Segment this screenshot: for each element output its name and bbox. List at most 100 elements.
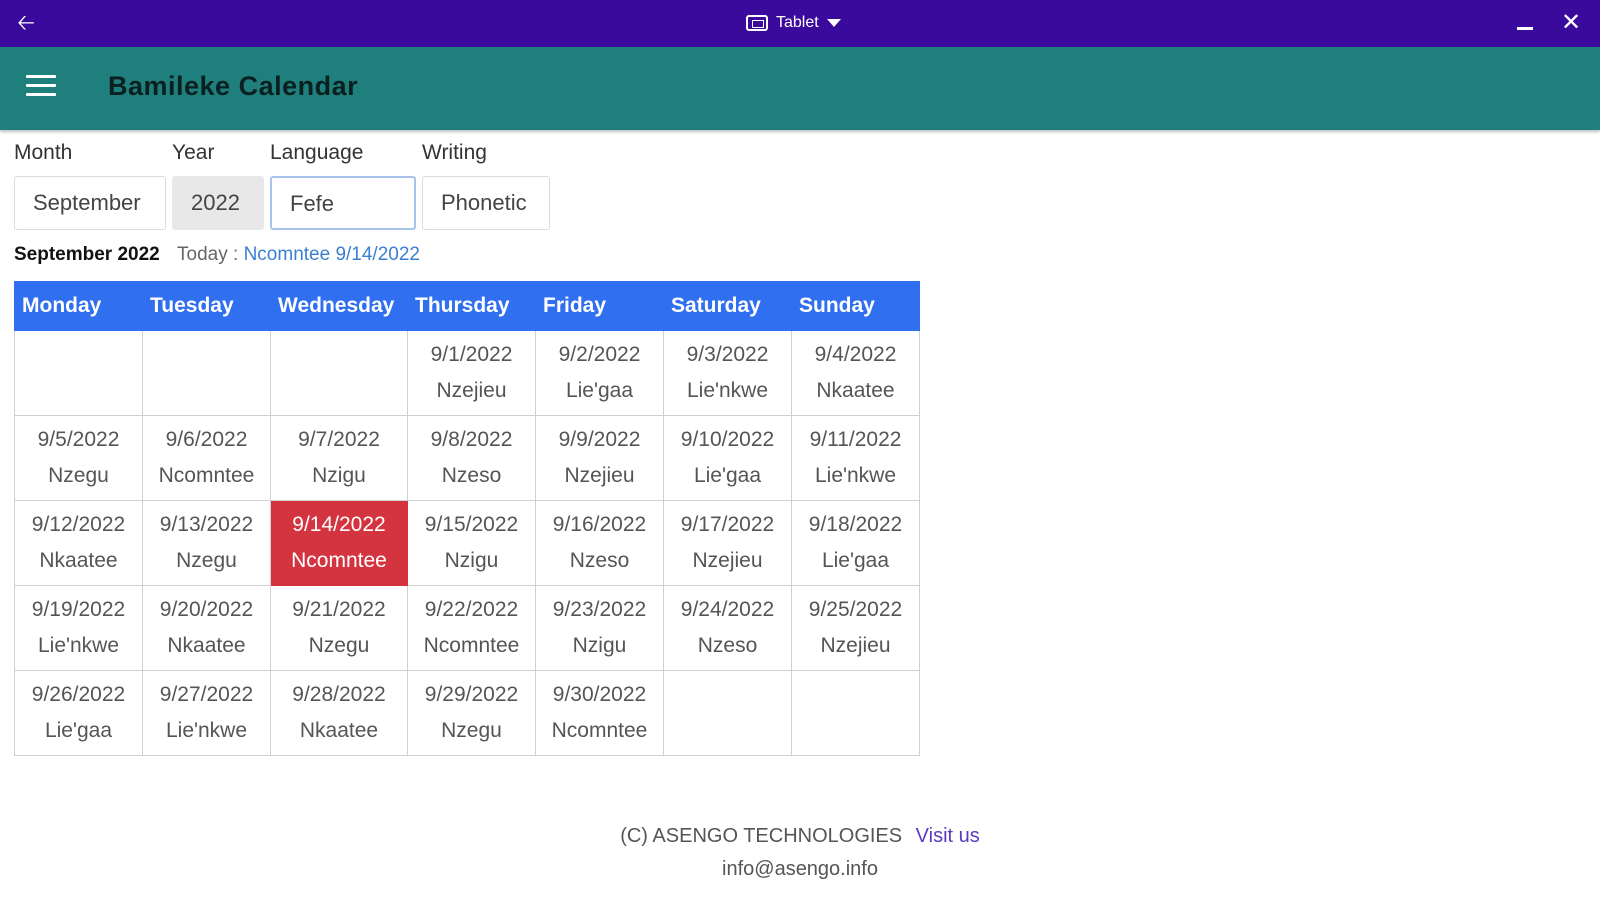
writing-select[interactable]: Phonetic bbox=[422, 176, 550, 230]
tablet-icon bbox=[746, 15, 768, 31]
header-sunday: Sunday bbox=[791, 281, 920, 331]
calendar-day-cell[interactable]: 9/6/2022 Ncomntee bbox=[142, 415, 271, 501]
calendar-day-cell[interactable]: 9/24/2022 Nzeso bbox=[663, 585, 792, 671]
minimize-icon[interactable] bbox=[1514, 12, 1536, 34]
day-bamileke-name: Nzigu bbox=[312, 464, 366, 487]
day-bamileke-name: Lie'gaa bbox=[821, 549, 890, 572]
visit-us-link[interactable]: Visit us bbox=[916, 825, 980, 847]
day-date: 9/15/2022 bbox=[424, 513, 519, 536]
calendar-day-cell[interactable]: 9/23/2022 Nzigu bbox=[535, 585, 664, 671]
day-bamileke-name: Ncomntee bbox=[423, 634, 520, 657]
calendar-day-cell[interactable]: 9/19/2022 Lie'nkwe bbox=[14, 585, 143, 671]
calendar-day-cell[interactable]: 9/3/2022 Lie'nkwe bbox=[663, 330, 792, 416]
calendar-day-cell[interactable]: 9/9/2022 Nzejieu bbox=[535, 415, 664, 501]
day-date: 9/28/2022 bbox=[292, 683, 386, 706]
calendar-week-row: 9/1/2022 Nzejieu 9/2/2022 Lie'gaa 9/3/2022 Li… bbox=[14, 330, 920, 416]
calendar-week-row: 9/12/2022 Nkaatee 9/13/2022 Nzegu 9/14/2022 N… bbox=[14, 500, 920, 586]
writing-label: Writing bbox=[422, 141, 487, 164]
today-value[interactable]: Ncomntee 9/14/2022 bbox=[244, 244, 420, 265]
month-label: Month bbox=[14, 141, 73, 164]
day-bamileke-name: Ncomntee bbox=[291, 549, 387, 572]
day-bamileke-name: Nzegu bbox=[308, 634, 370, 657]
today-label: Today : bbox=[177, 244, 239, 265]
year-input[interactable]: 2022 bbox=[172, 176, 264, 230]
calendar-day-cell[interactable]: 9/29/2022 Nzegu bbox=[407, 670, 536, 756]
day-date: 9/11/2022 bbox=[809, 428, 902, 451]
calendar-empty-cell bbox=[791, 670, 920, 756]
day-date: 9/20/2022 bbox=[159, 598, 254, 621]
contact-email[interactable]: info@asengo.info bbox=[0, 853, 1600, 886]
day-date: 9/6/2022 bbox=[165, 428, 248, 451]
language-select[interactable]: Fefe bbox=[270, 176, 416, 230]
calendar-day-cell[interactable]: 9/30/2022 Ncomntee bbox=[535, 670, 664, 756]
calendar-day-cell[interactable]: 9/22/2022 Ncomntee bbox=[407, 585, 536, 671]
close-icon[interactable]: ✕ bbox=[1558, 10, 1584, 36]
calendar-week-row: 9/5/2022 Nzegu 9/6/2022 Ncomntee 9/7/2022 Nzi… bbox=[14, 415, 920, 501]
day-bamileke-name: Nzeso bbox=[441, 464, 502, 487]
calendar-day-cell[interactable]: 9/26/2022 Lie'gaa bbox=[14, 670, 143, 756]
header-friday: Friday bbox=[535, 281, 664, 331]
day-bamileke-name: Lie'gaa bbox=[565, 379, 634, 402]
day-bamileke-name: Lie'gaa bbox=[693, 464, 762, 487]
day-date: 9/30/2022 bbox=[552, 683, 647, 706]
day-date: 9/29/2022 bbox=[424, 683, 519, 706]
day-bamileke-name: Nzigu bbox=[444, 549, 499, 572]
calendar-day-cell[interactable]: 9/2/2022 Lie'gaa bbox=[535, 330, 664, 416]
day-date: 9/21/2022 bbox=[292, 598, 386, 621]
calendar-day-cell[interactable]: 9/16/2022 Nzeso bbox=[535, 500, 664, 586]
calendar-day-cell[interactable]: 9/13/2022 Nzegu bbox=[142, 500, 271, 586]
day-date: 9/19/2022 bbox=[31, 598, 126, 621]
calendar-empty-cell bbox=[142, 330, 271, 416]
day-date: 9/23/2022 bbox=[552, 598, 647, 621]
calendar-day-cell[interactable]: 9/18/2022 Lie'gaa bbox=[791, 500, 920, 586]
calendar-day-cell[interactable]: 9/1/2022 Nzejieu bbox=[407, 330, 536, 416]
caret-down-icon bbox=[826, 19, 841, 27]
day-bamileke-name: Nzejieu bbox=[564, 464, 635, 487]
calendar-day-cell[interactable]: 9/11/2022 Lie'nkwe bbox=[791, 415, 920, 501]
day-bamileke-name: Nzeso bbox=[569, 549, 630, 572]
calendar-week-row: 9/26/2022 Lie'gaa 9/27/2022 Lie'nkwe 9/28/20… bbox=[14, 670, 920, 756]
day-date: 9/17/2022 bbox=[680, 513, 775, 536]
day-bamileke-name: Nzeso bbox=[697, 634, 758, 657]
day-bamileke-name: Nkaatee bbox=[167, 634, 246, 657]
day-bamileke-name: Ncomntee bbox=[158, 464, 255, 487]
calendar-day-cell[interactable]: 9/10/2022 Lie'gaa bbox=[663, 415, 792, 501]
calendar-day-cell[interactable]: 9/5/2022 Nzegu bbox=[14, 415, 143, 501]
copyright-text: (C) ASENGO TECHNOLOGIES bbox=[620, 825, 903, 847]
calendar-day-cell[interactable]: 9/15/2022 Nzigu bbox=[407, 500, 536, 586]
day-date: 9/13/2022 bbox=[159, 513, 254, 536]
day-bamileke-name: Nzegu bbox=[441, 719, 502, 742]
back-arrow-icon[interactable]: 🡠 bbox=[14, 10, 38, 36]
calendar-day-cell[interactable]: 9/14/2022 Ncomntee bbox=[270, 500, 408, 586]
calendar-header-row: Monday Tuesday Wednesday Thursday Friday… bbox=[14, 281, 920, 331]
header-wednesday: Wednesday bbox=[270, 281, 408, 331]
day-date: 9/2/2022 bbox=[558, 343, 641, 366]
calendar-day-cell[interactable]: 9/27/2022 Lie'nkwe bbox=[142, 670, 271, 756]
calendar-day-cell[interactable]: 9/25/2022 Nzejieu bbox=[791, 585, 920, 671]
day-bamileke-name: Lie'nkwe bbox=[165, 719, 248, 742]
year-label: Year bbox=[172, 141, 215, 164]
day-bamileke-name: Nzejieu bbox=[692, 549, 763, 572]
calendar-day-cell[interactable]: 9/7/2022 Nzigu bbox=[270, 415, 408, 501]
calendar-empty-cell bbox=[663, 670, 792, 756]
calendar-day-cell[interactable]: 9/21/2022 Nzegu bbox=[270, 585, 408, 671]
month-select[interactable]: September bbox=[14, 176, 166, 230]
calendar-day-cell[interactable]: 9/28/2022 Nkaatee bbox=[270, 670, 408, 756]
window-titlebar: 🡠 Tablet ✕ bbox=[0, 0, 1600, 47]
day-bamileke-name: Nzegu bbox=[176, 549, 237, 572]
calendar-day-cell[interactable]: 9/17/2022 Nzejieu bbox=[663, 500, 792, 586]
calendar-day-cell[interactable]: 9/12/2022 Nkaatee bbox=[14, 500, 143, 586]
day-bamileke-name: Nkaatee bbox=[299, 719, 379, 742]
device-mode-selector[interactable]: Tablet bbox=[746, 11, 841, 35]
day-date: 9/24/2022 bbox=[680, 598, 775, 621]
day-bamileke-name: Nkaatee bbox=[816, 379, 895, 402]
day-date: 9/1/2022 bbox=[430, 343, 513, 366]
day-date: 9/4/2022 bbox=[814, 343, 897, 366]
day-bamileke-name: Ncomntee bbox=[551, 719, 648, 742]
calendar-day-cell[interactable]: 9/8/2022 Nzeso bbox=[407, 415, 536, 501]
hamburger-menu-icon[interactable] bbox=[26, 75, 58, 101]
calendar-empty-cell bbox=[270, 330, 408, 416]
calendar-day-cell[interactable]: 9/20/2022 Nkaatee bbox=[142, 585, 271, 671]
calendar-day-cell[interactable]: 9/4/2022 Nkaatee bbox=[791, 330, 920, 416]
header-thursday: Thursday bbox=[407, 281, 536, 331]
